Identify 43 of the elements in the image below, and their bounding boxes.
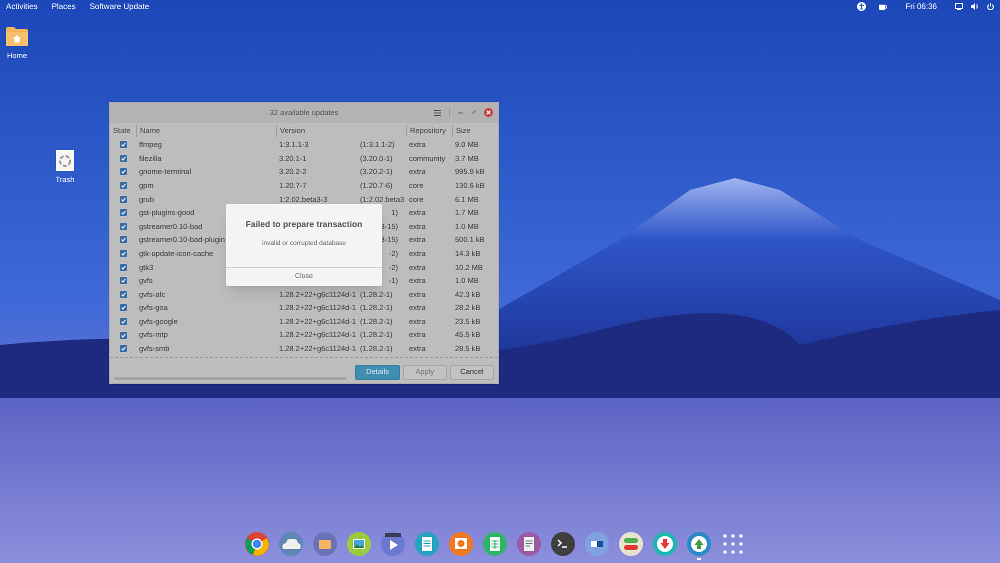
- document-icon[interactable]: [415, 532, 439, 556]
- volume-icon[interactable]: [971, 3, 979, 10]
- screen-icon[interactable]: [955, 3, 963, 10]
- cup-icon[interactable]: [878, 2, 888, 10]
- checkbox[interactable]: [120, 304, 126, 312]
- checkbox[interactable]: [120, 264, 126, 271]
- power-icon[interactable]: [987, 3, 994, 10]
- clock[interactable]: Fri 06:36: [905, 0, 937, 12]
- checkbox[interactable]: [120, 277, 126, 284]
- spreadsheet-icon[interactable]: [483, 532, 507, 556]
- checkbox[interactable]: [120, 318, 126, 326]
- window-icon[interactable]: [585, 532, 609, 556]
- play-icon[interactable]: [381, 532, 405, 556]
- folder-icon[interactable]: [5, 26, 29, 47]
- close-icon[interactable]: [484, 108, 493, 117]
- checkbox[interactable]: [120, 222, 126, 230]
- toggle-switch-icon[interactable]: [619, 532, 643, 556]
- checkbox[interactable]: [120, 332, 126, 339]
- menu-icon[interactable]: [434, 110, 441, 116]
- checkbox[interactable]: [120, 154, 126, 162]
- terminal-icon[interactable]: [551, 532, 575, 556]
- trash-icon[interactable]: [56, 150, 74, 171]
- checkbox[interactable]: [120, 236, 126, 244]
- presentation-icon[interactable]: [449, 532, 473, 556]
- checkbox[interactable]: [120, 209, 126, 216]
- picture-icon[interactable]: [347, 532, 371, 556]
- top-bar-menu[interactable]: Activities: [6, 0, 38, 12]
- app-grid-icon[interactable]: [721, 532, 745, 556]
- text-file-icon[interactable]: [517, 532, 541, 556]
- top-bar-menu[interactable]: Software Update: [90, 0, 150, 12]
- checkbox[interactable]: [120, 345, 126, 352]
- checkbox[interactable]: [120, 250, 126, 258]
- top-bar-menu[interactable]: Places: [52, 0, 76, 12]
- cloud-icon[interactable]: [279, 532, 303, 556]
- minimize-icon[interactable]: [458, 112, 463, 114]
- checkbox[interactable]: [120, 168, 126, 176]
- browser-icon[interactable]: [245, 532, 269, 556]
- checkbox[interactable]: [120, 141, 126, 148]
- accessibility-icon[interactable]: [857, 2, 866, 11]
- checkbox[interactable]: [120, 196, 126, 203]
- checkbox[interactable]: [120, 182, 126, 190]
- dialog-title: Failed to prepare transaction: [246, 218, 362, 231]
- checkbox[interactable]: [120, 290, 126, 298]
